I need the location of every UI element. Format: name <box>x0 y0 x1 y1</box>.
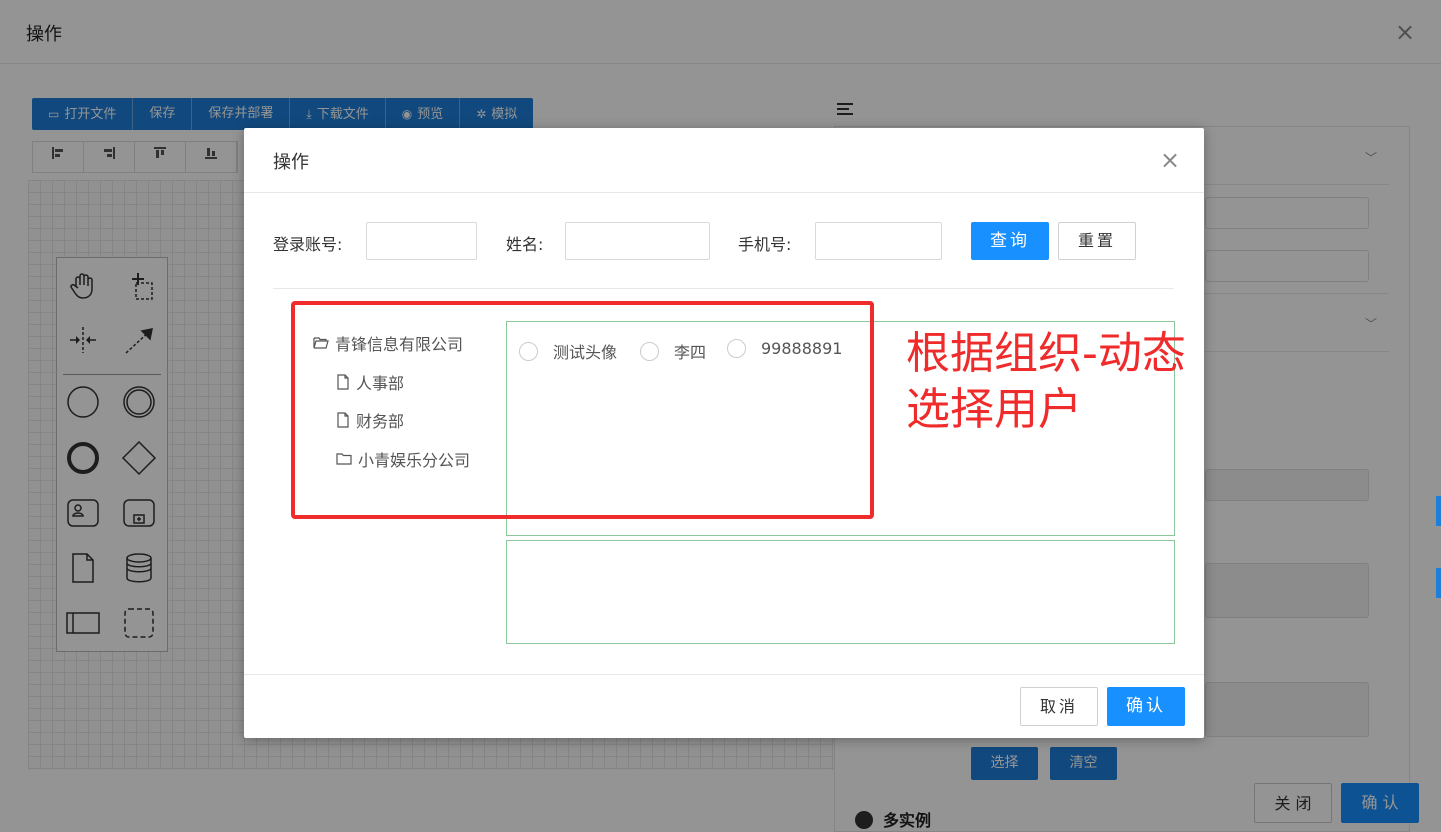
modal-footer-divider <box>244 674 1204 675</box>
modal-header-divider <box>244 192 1204 193</box>
edge-stripe <box>1436 568 1441 598</box>
close-icon[interactable]: × <box>1158 148 1182 172</box>
account-input[interactable] <box>366 222 477 260</box>
annotation-text: 根据组织-动态 选择用户 <box>906 328 1186 435</box>
selected-users-box[interactable] <box>506 540 1175 644</box>
modal-title: 操作 <box>273 152 309 173</box>
confirm-button[interactable]: 确认 <box>1107 687 1185 726</box>
phone-label: 手机号: <box>738 235 792 254</box>
search-divider <box>273 288 1174 289</box>
reset-button[interactable]: 重置 <box>1058 222 1136 260</box>
phone-input[interactable] <box>815 222 942 260</box>
cancel-button[interactable]: 取消 <box>1020 687 1098 726</box>
edge-stripe <box>1436 496 1441 526</box>
annotation-highlight-box <box>291 301 874 519</box>
query-button[interactable]: 查询 <box>971 222 1049 260</box>
name-input[interactable] <box>565 222 710 260</box>
account-label: 登录账号: <box>273 235 343 254</box>
name-label: 姓名: <box>506 235 544 254</box>
